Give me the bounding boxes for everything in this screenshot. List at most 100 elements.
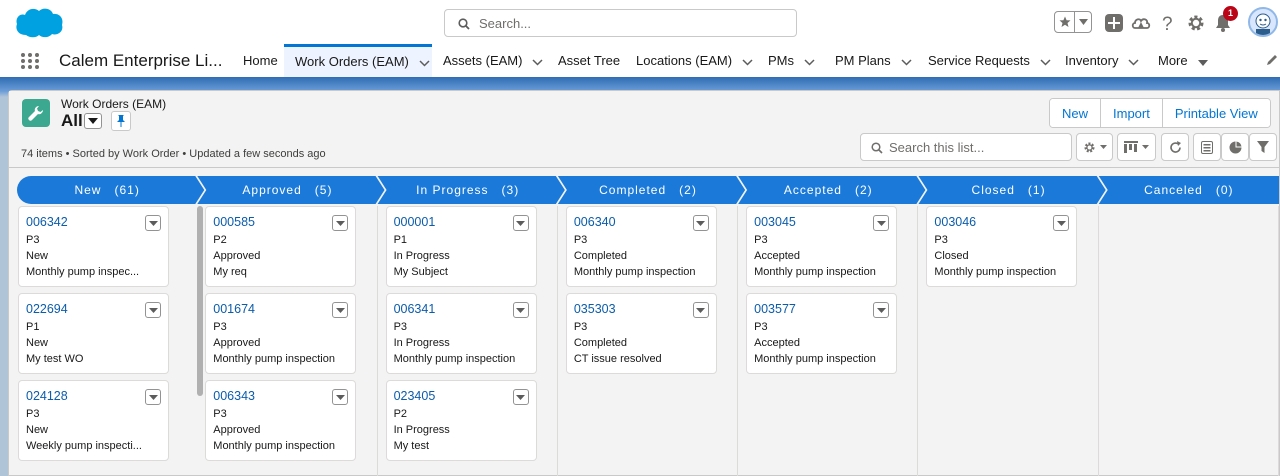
list-view-picker[interactable]	[84, 113, 102, 129]
nav-tab-more[interactable]: More	[1158, 44, 1208, 77]
card-menu-button[interactable]	[145, 215, 161, 231]
global-search-input[interactable]: Search...	[444, 9, 797, 37]
work-order-card[interactable]: 006342 P3 New Monthly pump inspec...	[18, 206, 169, 287]
priority: P3	[573, 234, 588, 246]
work-order-card[interactable]: 024128 P3 New Weekly pump inspecti...	[18, 380, 169, 461]
status: Accepted	[754, 337, 801, 349]
subject: Monthly pump inspection	[213, 353, 335, 365]
priority: P1	[393, 234, 408, 246]
card-menu-button[interactable]	[1053, 215, 1070, 231]
chevron-down-icon	[1075, 12, 1091, 32]
new-button[interactable]: New	[1050, 99, 1101, 127]
nav-tab-home[interactable]: Home	[243, 44, 278, 77]
card-menu-button[interactable]	[332, 389, 349, 405]
work-order-card[interactable]: 022694 P1 New My test WO	[18, 293, 169, 374]
nav-tab-assets-eam[interactable]: Assets (EAM)	[443, 44, 543, 77]
charts-button[interactable]	[1221, 133, 1249, 161]
pin-icon[interactable]	[111, 111, 131, 131]
edit-columns-button[interactable]	[1193, 133, 1221, 161]
work-order-number[interactable]: 003046	[934, 215, 976, 229]
import-button[interactable]: Import	[1100, 99, 1162, 127]
work-order-number[interactable]: 023405	[394, 389, 436, 403]
stage-gap	[302, 183, 315, 197]
nav-tab-work-orders-eam[interactable]: Work Orders (EAM)	[284, 44, 432, 77]
subject: CT issue resolved	[573, 353, 662, 365]
nav-tab-pms[interactable]: PMs	[768, 44, 815, 77]
work-order-number[interactable]: 006340	[574, 215, 616, 229]
work-order-number[interactable]: 006342	[26, 215, 68, 229]
status: Closed	[934, 250, 969, 262]
work-order-card[interactable]: 001674 P3 Approved Monthly pump inspection	[205, 293, 357, 374]
nav-tab-inventory[interactable]: Inventory	[1065, 44, 1140, 78]
search-icon	[871, 142, 883, 157]
work-order-card[interactable]: 003045 P3 Accepted Monthly pump inspection	[746, 206, 898, 287]
work-order-number[interactable]: 003045	[754, 215, 796, 229]
add-icon[interactable]	[1102, 11, 1126, 35]
priority: P3	[754, 321, 768, 333]
card-menu-button[interactable]	[692, 302, 709, 318]
card-menu-button[interactable]	[145, 389, 161, 405]
chevron-down-icon[interactable]	[532, 45, 543, 78]
work-order-card[interactable]: 000001 P1 In Progress My Subject	[385, 206, 537, 287]
list-settings-button[interactable]	[1076, 133, 1113, 161]
work-order-number[interactable]: 035303	[574, 302, 616, 316]
help-icon[interactable]: ?	[1156, 11, 1180, 35]
nav-tab-pm-plans[interactable]: PM Plans	[835, 44, 912, 77]
card-menu-button[interactable]	[692, 215, 709, 231]
nav-tab-service-requests[interactable]: Service Requests	[928, 44, 1051, 77]
chevron-down-icon[interactable]	[742, 45, 753, 78]
list-view-name[interactable]: All	[61, 111, 83, 131]
work-order-card[interactable]: 003046 P3 Closed Monthly pump inspection	[926, 206, 1078, 287]
work-order-card[interactable]: 006341 P3 In Progress Monthly pump inspecti…	[385, 293, 537, 374]
nav-tab-locations-eam[interactable]: Locations (EAM)	[636, 44, 753, 77]
trailhead-icon[interactable]	[1129, 11, 1153, 35]
card-menu-button[interactable]	[332, 302, 349, 318]
chevron-down-icon[interactable]	[1040, 45, 1051, 78]
chevron-down-icon[interactable]	[901, 45, 912, 78]
card-menu-button[interactable]	[512, 302, 529, 318]
gear-icon[interactable]	[1184, 11, 1208, 35]
card-menu-button[interactable]	[873, 302, 890, 318]
work-order-number[interactable]: 006343	[213, 389, 255, 403]
card-menu-button[interactable]	[332, 215, 349, 231]
printable-view-button[interactable]: Printable View	[1161, 99, 1270, 127]
chevron-down-icon[interactable]	[1197, 45, 1208, 78]
favorites-button[interactable]	[1054, 11, 1092, 33]
user-avatar[interactable]	[1248, 7, 1278, 37]
work-order-card[interactable]: 000585 P2 Approved My req	[205, 206, 357, 287]
work-order-number[interactable]: 022694	[26, 302, 68, 316]
work-order-number[interactable]: 000001	[394, 215, 436, 229]
work-order-card[interactable]: 035303 P3 Completed CT issue resolved	[565, 293, 717, 374]
kanban-column-completed: 006340 P3 Completed Monthly pump inspection…	[558, 206, 739, 476]
work-order-card[interactable]: 006343 P3 Approved Monthly pump inspection	[205, 380, 357, 461]
subject: My Subject	[393, 266, 448, 278]
search-icon	[458, 18, 470, 33]
nav-tab-asset-tree[interactable]: Asset Tree	[558, 44, 620, 77]
card-menu-button[interactable]	[873, 215, 890, 231]
chevron-down-icon[interactable]	[419, 48, 430, 77]
work-order-number[interactable]: 006341	[394, 302, 436, 316]
card-menu-button[interactable]	[512, 389, 529, 405]
wrench-icon	[22, 99, 50, 127]
waffle-grid-icon[interactable]	[20, 52, 40, 73]
work-order-number[interactable]: 001674	[213, 302, 255, 316]
priority: P3	[754, 234, 768, 246]
list-search-input[interactable]: Search this list...	[860, 133, 1072, 161]
chevron-down-icon[interactable]	[1128, 45, 1140, 78]
filter-button[interactable]	[1249, 133, 1277, 161]
work-order-card[interactable]: 003577 P3 Accepted Monthly pump inspection	[746, 293, 898, 374]
work-order-card[interactable]: 006340 P3 Completed Monthly pump inspection	[565, 206, 717, 287]
work-order-number[interactable]: 024128	[26, 389, 68, 403]
stage-gap	[489, 183, 502, 197]
card-menu-button[interactable]	[512, 215, 529, 231]
refresh-button[interactable]	[1161, 133, 1189, 161]
edit-nav-icon[interactable]	[1266, 54, 1278, 69]
card-menu-button[interactable]	[145, 302, 161, 318]
salesforce-logo[interactable]	[12, 5, 66, 41]
work-order-number[interactable]: 003577	[754, 302, 796, 316]
work-order-number[interactable]: 000585	[213, 215, 255, 229]
display-as-button[interactable]	[1117, 133, 1156, 161]
stage-label: In Progress (3)	[378, 176, 558, 204]
work-order-card[interactable]: 023405 P2 In Progress My test	[385, 380, 537, 461]
chevron-down-icon[interactable]	[804, 45, 815, 78]
